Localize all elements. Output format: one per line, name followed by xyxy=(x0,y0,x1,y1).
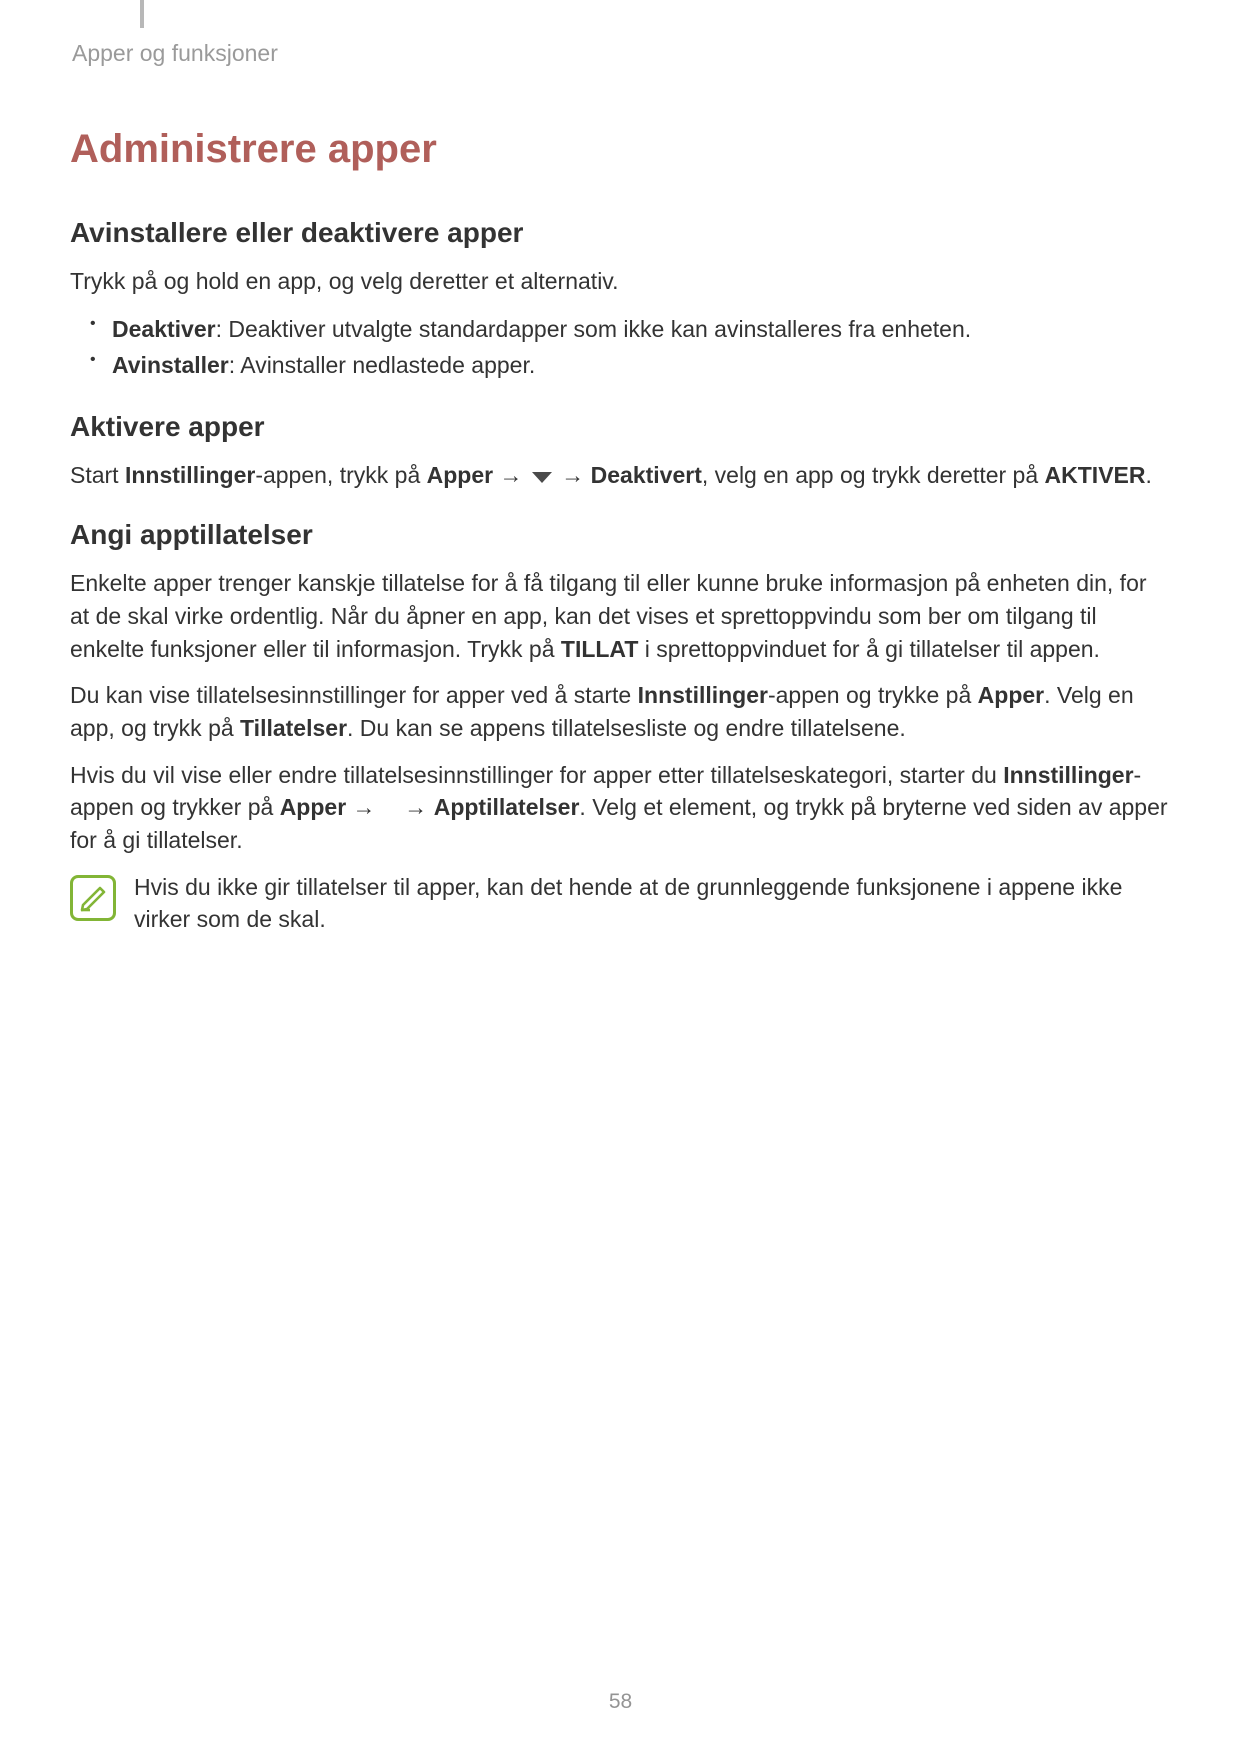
section-activate-heading: Aktivere apper xyxy=(70,411,1171,443)
page-title: Administrere apper xyxy=(70,127,1171,172)
text: -appen og trykke på xyxy=(768,682,978,708)
text: . xyxy=(1145,462,1151,488)
option-label: Deaktiver xyxy=(112,316,216,342)
uninstall-options-list: Deaktiver: Deaktiver utvalgte standardap… xyxy=(70,312,1171,383)
text-bold: Innstillinger xyxy=(638,682,768,708)
more-options-icon xyxy=(385,795,395,819)
option-text: : Deaktiver utvalgte standardapper som i… xyxy=(216,316,972,342)
permissions-p3: Hvis du vil vise eller endre tillatelses… xyxy=(70,759,1171,857)
section-permissions-heading: Angi apptillatelser xyxy=(70,519,1171,551)
text: → xyxy=(398,794,434,820)
text: , velg en app og trykk deretter på xyxy=(702,462,1045,488)
text-bold: Tillatelser xyxy=(240,715,347,741)
text-bold: Innstillinger xyxy=(125,462,255,488)
note-text: Hvis du ikke gir tillatelser til apper, … xyxy=(134,871,1171,935)
text: Du kan vise tillatelsesinnstillinger for… xyxy=(70,682,638,708)
page-number: 58 xyxy=(0,1690,1241,1714)
permissions-p1: Enkelte apper trenger kanskje tillatelse… xyxy=(70,567,1171,665)
section-activate-body: Start Innstillinger-appen, trykk på Appe… xyxy=(70,459,1171,492)
text-bold: Apptillatelser xyxy=(434,794,580,820)
page-top-accent xyxy=(140,0,144,28)
text-bold: Innstillinger xyxy=(1003,762,1133,788)
breadcrumb: Apper og funksjoner xyxy=(72,40,1171,67)
section-uninstall-heading: Avinstallere eller deaktivere apper xyxy=(70,217,1171,249)
text: i sprettoppvinduet for å gi tillatelser … xyxy=(638,636,1100,662)
option-label: Avinstaller xyxy=(112,352,229,378)
note-callout: Hvis du ikke gir tillatelser til apper, … xyxy=(70,871,1171,935)
note-icon xyxy=(70,875,116,921)
text: . Du kan se appens tillatelsesliste og e… xyxy=(347,715,906,741)
text-bold: Deaktivert xyxy=(591,462,702,488)
text-bold: AKTIVER xyxy=(1045,462,1146,488)
page-content: Apper og funksjoner Administrere apper A… xyxy=(0,0,1241,975)
text-bold: Apper xyxy=(427,462,493,488)
text-bold: Apper xyxy=(280,794,346,820)
text: → xyxy=(555,462,591,488)
text-bold: TILLAT xyxy=(561,636,639,662)
text: Hvis du vil vise eller endre tillatelses… xyxy=(70,762,1003,788)
text: Start xyxy=(70,462,125,488)
option-text: : Avinstaller nedlastede apper. xyxy=(229,352,535,378)
section-uninstall-intro: Trykk på og hold en app, og velg derette… xyxy=(70,265,1171,298)
text: -appen, trykk på xyxy=(255,462,426,488)
text: → xyxy=(493,462,529,488)
list-item: Deaktiver: Deaktiver utvalgte standardap… xyxy=(100,312,1171,347)
text: → xyxy=(346,794,382,820)
permissions-p2: Du kan vise tillatelsesinnstillinger for… xyxy=(70,679,1171,744)
text-bold: Apper xyxy=(978,682,1044,708)
dropdown-triangle-icon xyxy=(531,470,553,484)
list-item: Avinstaller: Avinstaller nedlastede appe… xyxy=(100,348,1171,383)
